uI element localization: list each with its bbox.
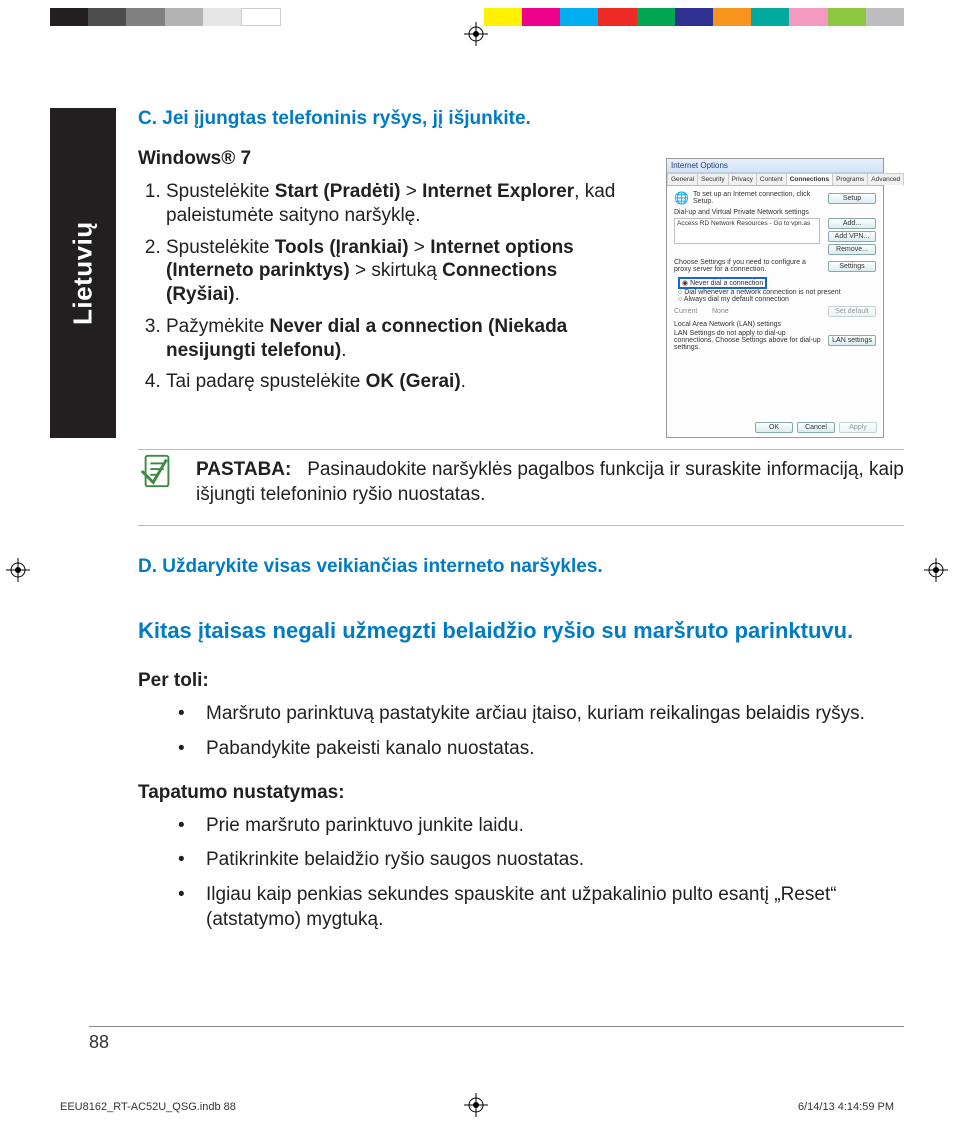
remove-button: Remove... — [828, 244, 876, 255]
step-4: Tai padarę spustelėkite OK (Gerai). — [166, 370, 636, 394]
section-c-heading: C. Jei įjungtas telefoninis ryšys, jį iš… — [138, 108, 904, 130]
list-item: Pabandykite pakeisti kanalo nuostatas. — [178, 737, 904, 762]
radio-always-dial: ○ Always dial my default connection — [678, 296, 876, 303]
cancel-button: Cancel — [797, 422, 835, 433]
registration-mark-icon — [6, 558, 30, 582]
imposition-timestamp: 6/14/13 4:14:59 PM — [798, 1101, 894, 1113]
dialog-tabs: General Security Privacy Content Connect… — [667, 173, 883, 186]
proxy-text: Choose Settings if you need to configure… — [674, 259, 824, 273]
tab-connections: Connections — [786, 173, 833, 185]
add-vpn-button: Add VPN... — [828, 231, 876, 242]
step-2: Spustelėkite Tools (Įrankiai) > Internet… — [166, 236, 636, 307]
per-toli-list: Maršruto parinktuvą pastatykite arčiau į… — [178, 702, 904, 761]
list-item: Maršruto parinktuvą pastatykite arčiau į… — [178, 702, 904, 727]
section-d-heading: D. Uždarykite visas veikiančias internet… — [138, 556, 904, 578]
settings-button: Settings — [828, 261, 876, 272]
per-toli-label: Per toli: — [138, 670, 904, 692]
language-tab: Lietuvių — [50, 108, 116, 438]
lan-settings-button: LAN settings — [828, 335, 876, 346]
ok-button: OK — [755, 422, 793, 433]
page-number: 88 — [89, 1032, 109, 1053]
tab-content: Content — [756, 173, 787, 185]
tab-general: General — [667, 173, 698, 185]
lan-group-label: Local Area Network (LAN) settings — [674, 321, 876, 328]
tapatumo-list: Prie maršruto parinktuvo junkite laidu. … — [178, 814, 904, 933]
radio-dial-whenever: ○ Dial whenever a network connection is … — [678, 289, 876, 296]
current-label: Current — [674, 308, 708, 315]
note-icon — [138, 452, 176, 490]
tab-security: Security — [697, 173, 728, 185]
footer-rule — [89, 1026, 904, 1027]
imposition-file: EEU8162_RT-AC52U_QSG.indb 88 — [60, 1101, 236, 1113]
current-value: None — [712, 308, 824, 315]
internet-options-dialog: Internet Options General Security Privac… — [666, 158, 884, 438]
add-button: Add... — [828, 218, 876, 229]
section-e-heading: Kitas įtaisas negali užmegzti belaidžio … — [138, 618, 904, 644]
step-1: Spustelėkite Start (Pradėti) > Internet … — [166, 180, 636, 228]
globe-icon: 🌐 — [674, 191, 689, 205]
list-item: Ilgiau kaip penkias sekundes spauskite a… — [178, 883, 904, 932]
dialog-title: Internet Options — [667, 159, 883, 173]
radio-never-dial: ◉ Never dial a connection — [678, 277, 767, 289]
apply-button: Apply — [839, 422, 877, 433]
list-item: Patikrinkite belaidžio ryšio saugos nuos… — [178, 848, 904, 873]
imposition-footer: EEU8162_RT-AC52U_QSG.indb 88 6/14/13 4:1… — [60, 1101, 894, 1113]
steps-list: Spustelėkite Start (Pradėti) > Internet … — [166, 180, 636, 394]
set-default-button: Set default — [828, 306, 876, 317]
connections-list: Access RD Network Resources - Go to vpn.… — [674, 218, 820, 244]
lan-text: LAN Settings do not apply to dial-up con… — [674, 330, 824, 351]
list-item: Prie maršruto parinktuvo junkite laidu. — [178, 814, 904, 839]
registration-mark-icon — [924, 558, 948, 582]
setup-button: Setup — [828, 193, 876, 204]
tab-advanced: Advanced — [867, 173, 904, 185]
setup-text: To set up an Internet connection, click … — [693, 191, 824, 205]
note-text: PASTABA: Pasinaudokite naršyklės pagalbo… — [196, 452, 904, 507]
step-3: Pažymėkite Never dial a connection (Niek… — [166, 315, 636, 363]
dialup-group-label: Dial-up and Virtual Private Network sett… — [674, 209, 876, 216]
tab-privacy: Privacy — [728, 173, 757, 185]
registration-mark-icon — [464, 22, 488, 46]
tapatumo-label: Tapatumo nustatymas: — [138, 782, 904, 804]
tab-programs: Programs — [832, 173, 868, 185]
